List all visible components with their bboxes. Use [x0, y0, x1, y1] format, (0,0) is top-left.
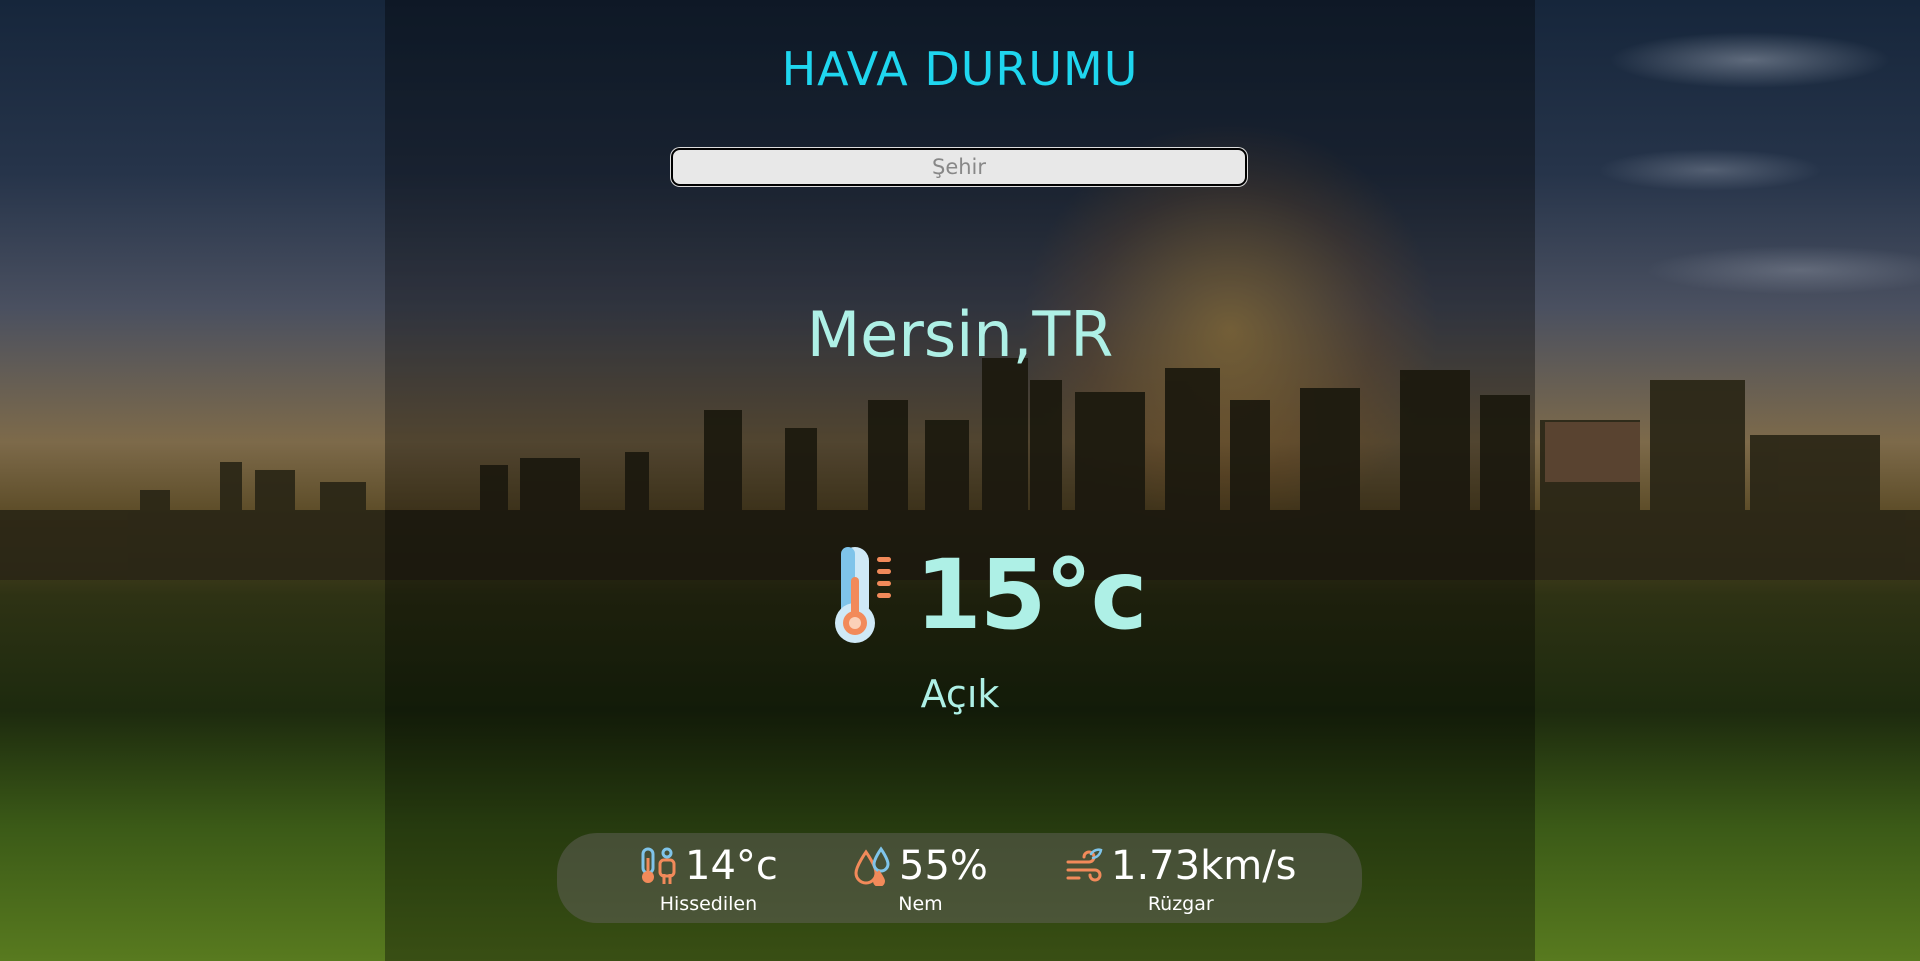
- current-temperature: 15°c: [835, 539, 1147, 651]
- humidity-icon: [854, 846, 890, 886]
- wind-icon: [1066, 848, 1103, 882]
- content-panel: [385, 0, 1535, 961]
- city-search-input[interactable]: [671, 148, 1247, 186]
- feels-like-label: Hissedilen: [659, 893, 758, 915]
- feels-like-value: 14°c: [685, 843, 778, 889]
- app-title: HAVA DURUMU: [781, 42, 1139, 96]
- stat-humidity: 55% Nem: [853, 841, 988, 915]
- city-name: Mersin,TR: [806, 298, 1114, 371]
- temperature-value: 15°c: [915, 539, 1147, 651]
- wind-value: 1.73km/s: [1111, 843, 1297, 889]
- wind-label: Rüzgar: [1147, 893, 1214, 915]
- humidity-value: 55%: [899, 843, 988, 889]
- stat-feels-like: 14°c Hissedilen: [639, 841, 778, 915]
- humidity-label: Nem: [898, 893, 943, 915]
- weather-condition: Açık: [920, 672, 1000, 716]
- feels-like-icon: [641, 847, 676, 884]
- stat-wind: 1.73km/s Rüzgar: [1065, 841, 1297, 915]
- thermometer-icon: [835, 547, 891, 643]
- weather-stats-bar: 14°c Hissedilen 55% Nem 1.73km/s Rüzgar: [557, 833, 1362, 923]
